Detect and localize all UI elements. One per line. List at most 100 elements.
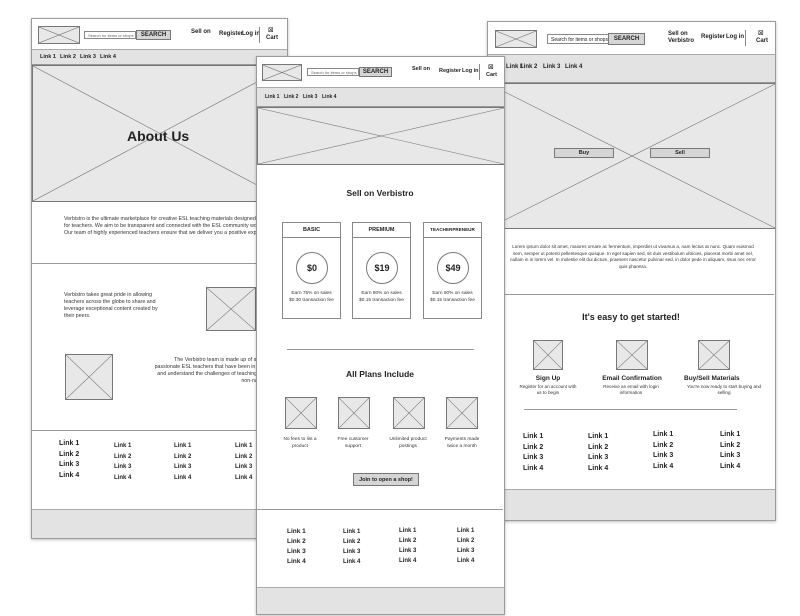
footer-link[interactable]: Link 1 <box>457 526 474 536</box>
footer-link[interactable]: Link 3 <box>287 547 306 557</box>
footer-link[interactable]: Link 1 <box>174 441 191 452</box>
footer-link[interactable]: Link 2 <box>457 536 474 546</box>
search-input[interactable]: Search for items or shops <box>307 68 359 76</box>
buy-button[interactable]: Buy <box>554 148 614 158</box>
footer-link[interactable]: Link 3 <box>457 546 474 556</box>
search-button[interactable]: SEARCH <box>136 30 171 40</box>
footer-link[interactable]: Link 4 <box>343 557 360 567</box>
footer-link[interactable]: Link 2 <box>174 452 191 463</box>
footer-link[interactable]: Link 2 <box>235 452 252 463</box>
footer-link[interactable]: Link 2 <box>523 443 543 454</box>
footer-link[interactable]: Link 3 <box>343 547 360 557</box>
footer-link[interactable]: Link 1 <box>523 432 543 443</box>
nav-link-3[interactable]: Link 3 <box>80 54 96 60</box>
plan-card-basic[interactable]: BASIC $0 Earn 75% on sales $0.30 transac… <box>282 222 341 319</box>
cart-label[interactable]: Cart <box>756 38 768 44</box>
footer-link[interactable]: Link 3 <box>399 546 416 556</box>
footer-link[interactable]: Link 1 <box>588 432 608 443</box>
footer-link[interactable]: Link 2 <box>399 536 416 546</box>
footer-link[interactable]: Link 2 <box>114 452 131 463</box>
footer-link[interactable]: Link 2 <box>59 450 79 461</box>
includes-title: All Plans Include <box>345 369 415 379</box>
footer-link[interactable]: Link 3 <box>720 451 740 462</box>
nav-link-3[interactable]: Link 3 <box>543 64 560 70</box>
search-button[interactable]: SEARCH <box>359 67 392 77</box>
footer-link[interactable]: Link 2 <box>287 537 306 547</box>
login-link[interactable]: Log in <box>242 31 260 37</box>
footer-link[interactable]: Link 2 <box>720 441 740 452</box>
footer-link[interactable]: Link 4 <box>720 462 740 473</box>
plan-name: PREMIUM <box>353 223 410 238</box>
footer-link[interactable]: Link 1 <box>653 430 673 441</box>
cart-icon[interactable]: ⊠ <box>488 63 494 71</box>
footer-link[interactable]: Link 3 <box>235 462 252 473</box>
join-shop-button[interactable]: Join to open a shop! <box>353 473 419 486</box>
footer-link[interactable]: Link 1 <box>287 527 306 537</box>
footer-link[interactable]: Link 3 <box>653 451 673 462</box>
plan-card-teacherpreneur[interactable]: TEACHERPRENEUR $49 Earn 90% on sales $0.… <box>423 222 482 319</box>
login-link[interactable]: Log in <box>462 68 479 74</box>
cart-label[interactable]: Cart <box>486 72 497 78</box>
footer-link[interactable]: Link 4 <box>59 471 79 482</box>
footer-link[interactable]: Link 3 <box>59 460 79 471</box>
nav-link-2[interactable]: Link 2 <box>284 94 298 100</box>
plan-card-premium[interactable]: PREMIUM $19 Earn 80% on sales $0.15 tran… <box>352 222 411 319</box>
plan-price: $19 <box>366 252 398 284</box>
footer-link[interactable]: Link 3 <box>114 462 131 473</box>
section-divider <box>257 509 503 510</box>
nav-link-4[interactable]: Link 4 <box>322 94 336 100</box>
footer-column: Link 1 Link 2 Link 3 Link 4 <box>235 441 252 483</box>
search-input[interactable]: Search for items or shops <box>84 31 136 39</box>
footer-link[interactable]: Link 1 <box>399 526 416 536</box>
register-link[interactable]: Register <box>219 31 243 37</box>
cart-icon[interactable]: ⊠ <box>758 29 764 37</box>
nav-link-4[interactable]: Link 4 <box>100 54 116 60</box>
feature-desc: Free customer support <box>337 437 369 449</box>
register-link[interactable]: Register <box>701 34 725 40</box>
footer-link[interactable]: Link 1 <box>720 430 740 441</box>
footer-link[interactable]: Link 4 <box>653 462 673 473</box>
footer-link[interactable]: Link 4 <box>287 557 306 567</box>
sell-on-link[interactable]: Sell on Verbistro <box>668 31 694 45</box>
sell-button[interactable]: Sell <box>650 148 710 158</box>
sell-page-wireframe: Search for items or shops SEARCH Sell on… <box>256 56 505 615</box>
footer-link[interactable]: Link 2 <box>653 441 673 452</box>
sell-on-link[interactable]: Sell on <box>191 29 211 35</box>
cart-label[interactable]: Cart <box>266 35 278 41</box>
feature-image-placeholder <box>446 397 478 429</box>
footer-column: Link 1 Link 2 Link 3 Link 4 <box>343 527 360 567</box>
footer-link[interactable]: Link 4 <box>523 464 543 475</box>
footer-link[interactable]: Link 3 <box>588 453 608 464</box>
footer-link[interactable]: Link 4 <box>457 556 474 566</box>
nav-link-1[interactable]: Link 1 <box>265 94 279 100</box>
footer-link[interactable]: Link 1 <box>59 439 79 450</box>
login-link[interactable]: Log in <box>726 34 744 40</box>
feature-image-placeholder <box>285 397 317 429</box>
footer-link[interactable]: Link 4 <box>399 556 416 566</box>
nav-link-1[interactable]: Link 1 <box>40 54 56 60</box>
nav-link-2[interactable]: Link 2 <box>60 54 76 60</box>
footer-link[interactable]: Link 4 <box>174 473 191 484</box>
footer-link[interactable]: Link 4 <box>588 464 608 475</box>
sell-on-link[interactable]: Sell on <box>412 66 430 72</box>
register-link[interactable]: Register <box>439 68 461 74</box>
footer-link[interactable]: Link 3 <box>174 462 191 473</box>
footer-link[interactable]: Link 1 <box>235 441 252 452</box>
nav-link-2[interactable]: Link 2 <box>520 64 537 70</box>
footer-link[interactable]: Link 4 <box>235 473 252 484</box>
footer-link[interactable]: Link 2 <box>588 443 608 454</box>
search-button[interactable]: SEARCH <box>608 33 645 45</box>
search-input[interactable]: Search for items or shops <box>547 34 609 44</box>
cart-icon[interactable]: ⊠ <box>268 26 274 34</box>
footer-link[interactable]: Link 2 <box>343 537 360 547</box>
footer-link[interactable]: Link 4 <box>114 473 131 484</box>
footer-link[interactable]: Link 1 <box>114 441 131 452</box>
footer-link[interactable]: Link 3 <box>523 453 543 464</box>
step-desc: Register for an account with us to begin <box>519 384 577 395</box>
about-page-wireframe: Search for items or shops SEARCH Sell on… <box>31 18 288 539</box>
nav-link-3[interactable]: Link 3 <box>303 94 317 100</box>
footer-link[interactable]: Link 1 <box>343 527 360 537</box>
feature-image-placeholder <box>338 397 370 429</box>
footer-column: Link 1 Link 2 Link 3 Link 4 <box>523 432 543 474</box>
nav-link-4[interactable]: Link 4 <box>565 64 582 70</box>
